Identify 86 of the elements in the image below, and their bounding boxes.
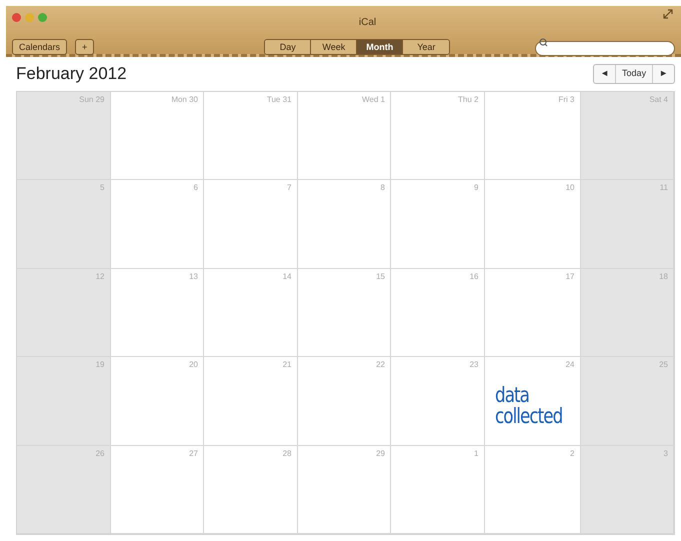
day-label: 14 [282, 270, 292, 282]
day-label: 25 [659, 359, 668, 371]
day-label: Sun 29 [79, 94, 104, 106]
calendars-button[interactable]: Calendars [12, 39, 68, 55]
day-label: Wed 1 [362, 94, 385, 106]
day-cell[interactable]: 2 [484, 446, 580, 534]
day-label: 23 [470, 359, 478, 371]
day-cell[interactable]: 28 [204, 446, 298, 534]
day-label: 2 [570, 448, 574, 460]
day-cell[interactable]: 29 [298, 446, 391, 534]
add-button[interactable]: + [75, 39, 94, 55]
day-label: Tue 31 [266, 94, 292, 106]
day-cell[interactable]: 6 [110, 180, 204, 268]
day-cell[interactable]: 21 [204, 357, 298, 446]
day-cell[interactable]: 10 [484, 180, 580, 268]
day-cell[interactable]: 24 data collected [484, 357, 580, 446]
day-label: 24 [566, 359, 574, 371]
month-title: February 2012 [16, 63, 127, 85]
next-button[interactable]: ► [652, 65, 674, 82]
day-cell[interactable]: Wed 1 [298, 92, 391, 180]
day-cell[interactable]: Fri 3 [484, 92, 580, 180]
day-label: Sat 4 [649, 94, 668, 106]
day-cell[interactable]: 27 [110, 446, 204, 534]
day-cell[interactable]: 19 [17, 357, 110, 446]
day-cell[interactable]: 8 [298, 180, 391, 268]
day-label: 16 [470, 270, 478, 282]
today-button[interactable]: Today [615, 65, 652, 82]
day-label: 18 [659, 270, 668, 282]
day-label: 6 [194, 182, 198, 194]
day-label: 17 [566, 270, 574, 282]
day-cell[interactable]: Tue 31 [204, 92, 298, 180]
day-label: 29 [376, 448, 385, 460]
day-label: 5 [100, 182, 104, 194]
day-label: 13 [189, 270, 198, 282]
day-label: 9 [474, 182, 478, 194]
day-cell[interactable]: 11 [580, 180, 674, 268]
day-cell[interactable]: 7 [204, 180, 298, 268]
day-label: 15 [376, 270, 385, 282]
day-label: 1 [474, 448, 478, 460]
day-label: 8 [380, 182, 385, 194]
view-tab[interactable]: Month [357, 40, 404, 54]
day-cell[interactable]: 5 [17, 180, 110, 268]
close-button[interactable] [12, 13, 21, 22]
view-tab[interactable]: Week [311, 40, 358, 54]
day-cell[interactable]: 18 [580, 268, 674, 357]
day-label: 19 [96, 359, 104, 371]
day-label: 12 [96, 270, 104, 282]
day-label: 3 [664, 448, 668, 460]
day-label: Fri 3 [558, 94, 574, 106]
day-label: 21 [282, 359, 292, 371]
window-title: iCal [358, 17, 376, 28]
day-label: 7 [287, 182, 292, 194]
day-cell[interactable]: 9 [391, 180, 484, 268]
day-cell[interactable]: 15 [298, 268, 391, 357]
day-cell[interactable]: 13 [110, 268, 204, 357]
previous-button[interactable]: ◄ [594, 65, 616, 82]
day-label: 27 [189, 448, 198, 460]
day-cell[interactable]: Sun 29 [17, 92, 110, 180]
day-cell[interactable]: Mon 30 [110, 92, 204, 180]
day-cell[interactable]: 22 [298, 357, 391, 446]
day-cell[interactable]: 23 [391, 357, 484, 446]
minimize-button[interactable] [25, 13, 34, 22]
day-label: 26 [96, 448, 104, 460]
day-cell[interactable]: Thu 2 [391, 92, 484, 180]
day-cell[interactable]: 20 [110, 357, 204, 446]
day-label: 11 [660, 182, 668, 194]
day-cell[interactable]: 16 [391, 268, 484, 357]
day-cell[interactable]: 25 [580, 357, 674, 446]
day-label: 28 [282, 448, 292, 460]
day-cell[interactable]: 12 [17, 268, 110, 357]
day-label: 20 [189, 359, 198, 371]
fullscreen-icon[interactable] [663, 9, 673, 19]
day-label: 22 [376, 359, 385, 371]
search-field[interactable] [535, 40, 675, 56]
day-cell[interactable]: 1 [391, 446, 484, 534]
day-cell[interactable]: 14 [204, 268, 298, 357]
day-label: Thu 2 [458, 94, 478, 106]
day-cell[interactable]: 3 [580, 446, 674, 534]
day-cell[interactable]: 26 [17, 446, 110, 534]
day-label: 10 [566, 182, 574, 194]
day-cell[interactable]: Sat 4 [580, 92, 674, 180]
view-tab[interactable]: Year [403, 40, 450, 54]
day-cell[interactable]: 17 [484, 268, 580, 357]
zoom-button[interactable] [38, 13, 47, 22]
view-tab[interactable]: Day [265, 40, 312, 54]
day-label: Mon 30 [171, 94, 198, 106]
